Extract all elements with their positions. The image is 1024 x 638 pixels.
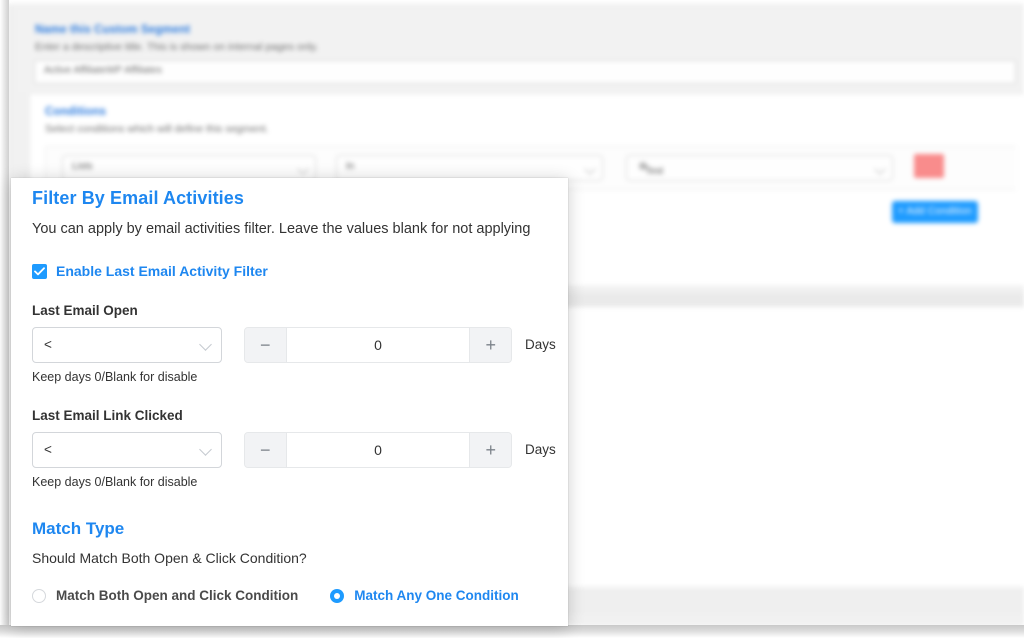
last-email-open-label: Last Email Open	[32, 303, 138, 318]
chevron-down-icon	[584, 163, 596, 175]
segment-name-title: Name this Custom Segment	[35, 24, 191, 36]
match-both-radio[interactable]	[32, 588, 46, 603]
conditions-help: Select conditions which will define this…	[45, 123, 269, 135]
last-email-open-decrement-button[interactable]: −	[245, 328, 287, 362]
last-email-open-unit: Days	[525, 337, 556, 352]
segment-name-input-value: Active AffiliateWP Affiliates	[44, 65, 162, 76]
segment-name-input[interactable]: Active AffiliateWP Affiliates	[34, 60, 1016, 84]
segment-name-help: Enter a descriptive title. This is shown…	[35, 41, 319, 53]
match-any-label: Match Any One Condition	[354, 588, 519, 603]
last-email-open-group: Last Email Open < Keep days 0/Blank for …	[32, 303, 556, 384]
last-email-link-clicked-group: Last Email Link Clicked < Keep days 0/Bl…	[32, 408, 556, 489]
add-condition-button[interactable]: + Add Condition	[892, 201, 978, 223]
match-type-title: Match Type	[32, 519, 125, 538]
last-email-link-clicked-unit: Days	[525, 442, 556, 457]
condition-value-chip: Test	[636, 161, 663, 177]
panel-description: You can apply by email activities filter…	[32, 221, 531, 237]
last-email-link-clicked-days-input[interactable]	[286, 433, 470, 467]
condition-field-value: Lists	[72, 161, 93, 172]
last-email-open-stepper: − +	[244, 327, 512, 363]
conditions-title: Conditions	[45, 106, 107, 118]
delete-condition-button[interactable]	[914, 154, 944, 178]
chevron-down-icon	[297, 163, 309, 175]
segment-name-section: Name this Custom Segment Enter a descrip…	[18, 10, 1024, 92]
chevron-down-icon	[874, 163, 886, 175]
check-icon	[34, 266, 45, 275]
match-type-radio-group: Match Both Open and Click Condition Matc…	[32, 588, 552, 603]
last-email-open-increment-button[interactable]: +	[469, 328, 511, 362]
email-activities-panel: Filter By Email Activities You can apply…	[11, 178, 568, 626]
match-both-option[interactable]: Match Both Open and Click Condition	[32, 588, 298, 603]
last-email-open-hint: Keep days 0/Blank for disable	[32, 370, 198, 384]
last-email-link-clicked-label: Last Email Link Clicked	[32, 408, 183, 423]
last-email-link-clicked-decrement-button[interactable]: −	[245, 433, 287, 467]
last-email-open-days-input[interactable]	[286, 328, 470, 362]
panel-title: Filter By Email Activities	[32, 188, 245, 208]
match-any-option[interactable]: Match Any One Condition	[330, 588, 519, 603]
enable-filter-checkbox[interactable]	[32, 263, 47, 279]
condition-value-chip-label: Test	[645, 166, 664, 177]
app-screenshot: Name this Custom Segment Enter a descrip…	[0, 0, 1024, 638]
last-email-link-clicked-increment-button[interactable]: +	[469, 433, 511, 467]
condition-value-select[interactable]: Test	[626, 155, 893, 181]
last-email-link-clicked-operator-select[interactable]: <	[32, 432, 222, 468]
page-bottom-shadow	[0, 625, 1024, 638]
condition-operator-value: In	[346, 161, 355, 172]
match-any-radio[interactable]	[330, 588, 345, 603]
enable-filter-row[interactable]: Enable Last Email Activity Filter	[32, 263, 552, 279]
last-email-link-clicked-stepper: − +	[244, 432, 512, 468]
last-email-open-operator-select[interactable]: <	[32, 327, 222, 363]
last-email-link-clicked-hint: Keep days 0/Blank for disable	[32, 475, 198, 489]
enable-filter-label: Enable Last Email Activity Filter	[56, 263, 268, 279]
match-type-description: Should Match Both Open & Click Condition…	[32, 550, 307, 566]
page-left-shadow	[0, 0, 9, 638]
match-both-label: Match Both Open and Click Condition	[56, 588, 299, 603]
